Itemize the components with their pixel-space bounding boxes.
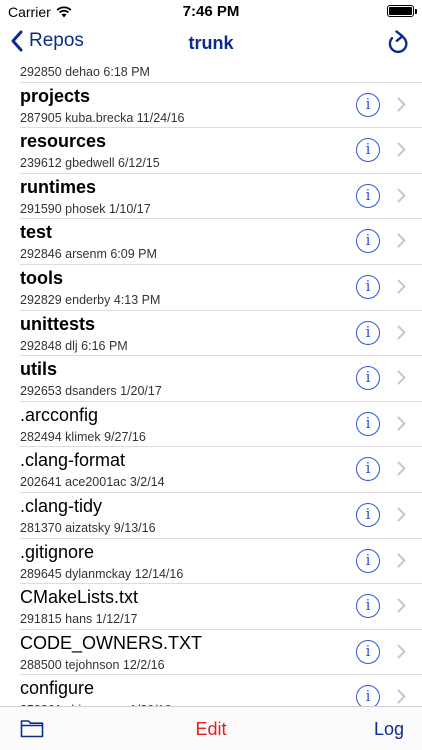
item-name: tools	[20, 267, 63, 288]
chevron-right-icon[interactable]	[397, 279, 406, 294]
info-icon[interactable]: i	[356, 548, 380, 573]
refresh-button[interactable]	[386, 30, 410, 61]
chevron-right-icon[interactable]	[397, 188, 406, 203]
info-icon[interactable]: i	[356, 411, 380, 436]
item-name: projects	[20, 85, 91, 106]
info-icon[interactable]: i	[356, 229, 380, 254]
list-item[interactable]: utils 292653 dsanders 1/20/17 i	[20, 356, 422, 402]
list-item[interactable]: .arcconfig 282494 klimek 9/27/16 i	[20, 402, 422, 448]
item-name: utils	[20, 359, 58, 380]
list-item[interactable]: .clang-tidy 281370 aizatsky 9/13/16 i	[20, 493, 422, 539]
file-list[interactable]: 292850 dehao 6:18 PM projects 287905 kuba…	[0, 66, 422, 706]
chevron-right-icon[interactable]	[397, 598, 406, 613]
item-name: .clang-tidy	[20, 495, 103, 516]
item-name: .arcconfig	[20, 404, 99, 425]
chevron-right-icon[interactable]	[397, 461, 406, 476]
chevron-right-icon[interactable]	[397, 325, 406, 340]
status-bar: Carrier 7:46 PM	[0, 0, 422, 22]
info-icon[interactable]: i	[356, 274, 380, 299]
chevron-right-icon[interactable]	[397, 142, 406, 157]
info-icon[interactable]: i	[356, 502, 380, 527]
list-item[interactable]: resources 239612 gbedwell 6/12/15 i	[20, 128, 422, 174]
item-name: configure	[20, 678, 95, 699]
item-name: .clang-format	[20, 450, 126, 471]
list-item[interactable]: .clang-format 202641 ace2001ac 3/2/14 i	[20, 447, 422, 493]
list-item[interactable]: .gitignore 289645 dylanmckay 12/14/16 i	[20, 539, 422, 585]
item-name: CMakeLists.txt	[20, 587, 139, 608]
chevron-right-icon[interactable]	[397, 370, 406, 385]
info-icon[interactable]: i	[356, 457, 380, 482]
item-meta: 292848 dlj 6:16 PM	[20, 338, 128, 353]
list-item[interactable]: projects 287905 kuba.brecka 11/24/16 i	[20, 83, 422, 129]
info-icon[interactable]: i	[356, 366, 380, 391]
item-meta: 281370 aizatsky 9/13/16	[20, 520, 156, 535]
page-title: trunk	[188, 33, 234, 53]
item-meta: 282494 klimek 9/27/16	[20, 429, 146, 444]
list-item[interactable]: CODE_OWNERS.TXT 288500 tejohnson 12/2/16 i	[20, 630, 422, 676]
navigation-bar: Repos trunk	[0, 22, 422, 66]
item-meta: 292846 arsenm 6:09 PM	[20, 247, 157, 262]
list-item[interactable]: configure258861 cbieneman 1/26/16i	[20, 675, 422, 706]
list-item[interactable]: CMakeLists.txt 291815 hans 1/12/17 i	[20, 584, 422, 630]
item-meta: 289645 dylanmckay 12/14/16	[20, 566, 184, 581]
item-meta: 202641 ace2001ac 3/2/14	[20, 475, 165, 490]
item-meta: 291815 hans 1/12/17	[20, 612, 138, 627]
info-icon[interactable]: i	[356, 639, 380, 664]
info-icon[interactable]: i	[356, 320, 380, 345]
item-name: CODE_OWNERS.TXT	[20, 632, 203, 653]
item-meta: 292653 dsanders 1/20/17	[20, 384, 162, 399]
info-icon[interactable]: i	[356, 685, 380, 706]
battery-icon	[387, 5, 417, 17]
chevron-right-icon[interactable]	[397, 553, 406, 568]
item-meta: 292829 enderby 4:13 PM	[20, 292, 161, 307]
item-name: resources	[20, 131, 107, 152]
item-name: .gitignore	[20, 541, 95, 562]
edit-button[interactable]: Edit	[195, 719, 226, 739]
item-meta: 287905 kuba.brecka 11/24/16	[20, 110, 185, 125]
status-time: 7:46 PM	[182, 3, 240, 20]
list-item[interactable]: unittests 292848 dlj 6:16 PM i	[20, 311, 422, 357]
info-icon[interactable]: i	[356, 92, 380, 117]
info-icon[interactable]: i	[356, 594, 380, 619]
item-meta: 291590 phosek 1/10/17	[20, 201, 151, 216]
info-icon[interactable]: i	[356, 138, 380, 163]
chevron-right-icon[interactable]	[397, 689, 406, 704]
item-name: test	[20, 222, 53, 243]
bottom-toolbar: Edit Log	[0, 706, 422, 750]
list-item[interactable]: runtimes 291590 phosek 1/10/17 i	[20, 174, 422, 220]
info-icon[interactable]: i	[356, 183, 380, 208]
list-item[interactable]: test 292846 arsenm 6:09 PM i	[20, 219, 422, 265]
item-name: unittests	[20, 313, 96, 334]
list-item[interactable]: 292850 dehao 6:18 PM	[20, 66, 422, 83]
item-name: runtimes	[20, 176, 97, 197]
chevron-right-icon[interactable]	[397, 644, 406, 659]
log-button[interactable]: Log	[374, 719, 404, 740]
item-meta: 239612 gbedwell 6/12/15	[20, 156, 160, 171]
item-meta: 288500 tejohnson 12/2/16	[20, 657, 165, 672]
chevron-right-icon[interactable]	[397, 507, 406, 522]
chevron-right-icon[interactable]	[397, 416, 406, 431]
item-meta: 292850 dehao 6:18 PM	[20, 66, 150, 79]
list-item[interactable]: tools 292829 enderby 4:13 PM i	[20, 265, 422, 311]
chevron-right-icon[interactable]	[397, 233, 406, 248]
chevron-right-icon[interactable]	[397, 97, 406, 112]
edit-button-container: Edit	[0, 719, 422, 740]
refresh-icon	[388, 30, 408, 54]
